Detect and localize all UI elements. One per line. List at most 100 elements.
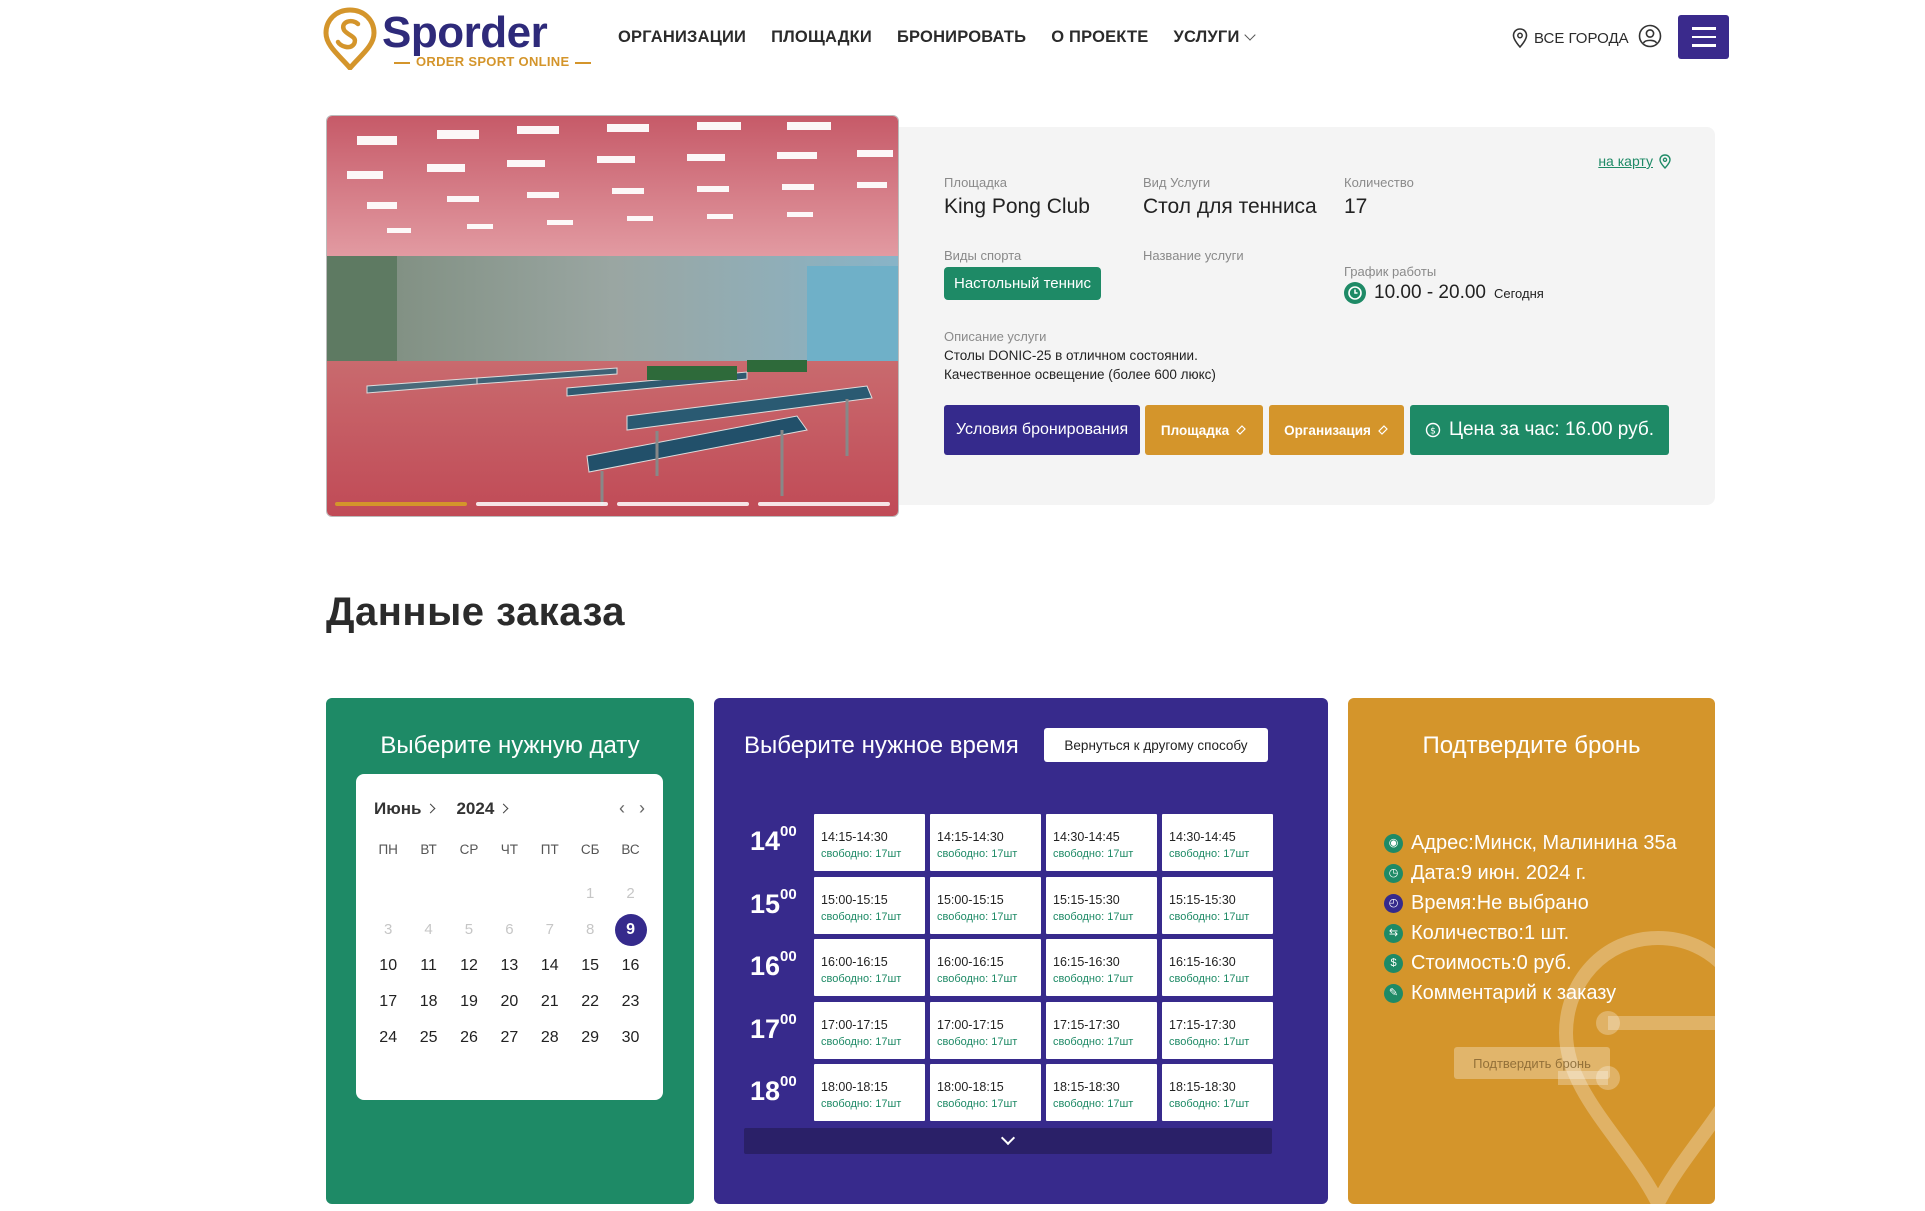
time-slot[interactable]: 14:15-14:30 свободно: 17шт xyxy=(930,814,1041,871)
slot-availability: свободно: 17шт xyxy=(937,973,1018,985)
calendar-day[interactable]: 13 xyxy=(489,948,529,984)
calendar-day[interactable]: 18 xyxy=(408,984,448,1020)
chevron-down-icon xyxy=(1243,29,1256,41)
city-label: ВСЕ ГОРОДА xyxy=(1534,29,1629,47)
time-slot[interactable]: 15:15-15:30 свободно: 17шт xyxy=(1046,876,1157,934)
calendar-day[interactable]: 17 xyxy=(368,984,408,1020)
calendar-day[interactable]: 26 xyxy=(449,1020,489,1056)
calendar-day: 8 xyxy=(585,921,595,938)
logo[interactable]: Sporder ORDER SPORT ONLINE xyxy=(322,6,569,70)
slot-time: 14:30-14:45 xyxy=(1053,830,1120,844)
calendar-day[interactable]: 25 xyxy=(408,1020,448,1056)
coin-icon: $ xyxy=(1425,422,1441,438)
link-icon xyxy=(1236,425,1246,435)
menu-button[interactable] xyxy=(1678,15,1729,59)
selected-day-marker: 9 xyxy=(614,914,647,946)
month-selector[interactable]: Июнь xyxy=(374,799,436,819)
gallery-dot[interactable] xyxy=(617,502,749,506)
map-link[interactable]: на карту xyxy=(1598,153,1671,169)
time-slot[interactable]: 16:00-16:15 свободно: 17шт xyxy=(930,939,1041,996)
confirm-booking-button[interactable]: Подтвердить бронь xyxy=(1454,1047,1610,1079)
time-slot[interactable]: 15:15-15:30 свободно: 17шт xyxy=(1162,876,1273,934)
calendar-day[interactable]: 12 xyxy=(449,948,489,984)
nav-organizations[interactable]: ОРГАНИЗАЦИИ xyxy=(618,28,746,47)
place-label: Площадка xyxy=(944,175,1008,190)
calendar-day[interactable]: 21 xyxy=(530,984,570,1020)
year-label: 2024 xyxy=(456,799,495,818)
date-panel: Выберите нужную дату Июнь 2024 ‹ › ПН ВТ С… xyxy=(326,698,694,1204)
time-slot[interactable]: 17:15-17:30 свободно: 17шт xyxy=(1162,1001,1273,1059)
time-slot[interactable]: 15:00-15:15 свободно: 17шт xyxy=(930,876,1041,934)
calendar-day[interactable]: 24 xyxy=(368,1020,408,1056)
time-slot[interactable]: 15:00-15:15 свободно: 17шт xyxy=(814,876,925,934)
time-slot[interactable]: 16:00-16:15 свободно: 17шт xyxy=(814,939,925,996)
nav-about[interactable]: О ПРОЕКТЕ xyxy=(1051,28,1148,47)
calendar-day-selected[interactable]: 9 xyxy=(610,912,650,948)
gallery-dot[interactable] xyxy=(476,502,608,506)
calendar-day[interactable]: 11 xyxy=(408,948,448,984)
description-line: Столы DONIC-25 в отличном состоянии. xyxy=(944,348,1198,363)
service-name-label: Название услуги xyxy=(1143,248,1244,263)
calendar-day[interactable]: 22 xyxy=(570,984,610,1020)
hour-label: 1400 xyxy=(744,814,814,857)
place-button[interactable]: Площадка xyxy=(1145,405,1263,455)
clock-icon xyxy=(1344,282,1366,304)
time-slot[interactable]: 17:00-17:15 свободно: 17шт xyxy=(814,1001,925,1059)
calendar-day[interactable]: 20 xyxy=(489,984,529,1020)
calendar-nav: ‹ › xyxy=(619,798,645,819)
time-slot[interactable]: 18:00-18:15 свободно: 17шт xyxy=(930,1064,1041,1121)
calendar-day[interactable]: 28 xyxy=(530,1020,570,1056)
time-slot[interactable]: 18:15-18:30 свободно: 17шт xyxy=(1162,1064,1273,1121)
nav-booking[interactable]: БРОНИРОВАТЬ xyxy=(897,28,1026,47)
summary-text: Комментарий к заказу xyxy=(1411,981,1617,1004)
sports-label: Виды спорта xyxy=(944,248,1022,263)
calendar-day[interactable]: 15 xyxy=(570,948,610,984)
time-panel-title: Выберите нужное время xyxy=(744,732,1019,759)
sport-badge[interactable]: Настольный теннис xyxy=(944,267,1102,300)
time-slot[interactable]: 14:30-14:45 свободно: 17шт xyxy=(1162,814,1273,871)
calendar-day[interactable]: 29 xyxy=(570,1020,610,1056)
hour-label: 1800 xyxy=(744,1064,814,1107)
summary-text: Адрес:Минск, Малинина 35а xyxy=(1411,831,1677,854)
time-slot[interactable]: 17:15-17:30 свободно: 17шт xyxy=(1046,1001,1157,1059)
time-slot[interactable]: 16:15-16:30 свободно: 17шт xyxy=(1046,939,1157,996)
user-account-icon[interactable] xyxy=(1638,24,1662,48)
summary-item: $ Стоимость:0 руб. xyxy=(1384,948,1677,978)
time-slot[interactable]: 18:15-18:30 свободно: 17шт xyxy=(1046,1064,1157,1121)
time-slot[interactable]: 14:30-14:45 свободно: 17шт xyxy=(1046,814,1157,871)
summary-item: ◴ Время:Не выбрано xyxy=(1384,888,1677,918)
calendar-day[interactable]: 10 xyxy=(368,948,408,984)
gallery-dot[interactable] xyxy=(335,502,467,506)
city-selector[interactable]: ВСЕ ГОРОДА xyxy=(1512,28,1629,48)
slot-availability: свободно: 17шт xyxy=(821,910,902,923)
description-line: Качественное освещение (более 600 люкс) xyxy=(944,367,1216,382)
weekday-label: ВС xyxy=(621,842,640,857)
time-slot[interactable]: 16:15-16:30 свободно: 17шт xyxy=(1162,939,1273,996)
year-selector[interactable]: 2024 xyxy=(456,799,509,819)
calendar-day[interactable]: 14 xyxy=(530,948,570,984)
next-month-icon[interactable]: › xyxy=(639,798,645,819)
time-slot[interactable]: 17:00-17:15 свободно: 17шт xyxy=(930,1001,1041,1059)
slot-availability: свободно: 17шт xyxy=(821,848,902,860)
calendar-day[interactable]: 19 xyxy=(449,984,489,1020)
nav-services[interactable]: УСЛУГИ xyxy=(1173,28,1256,47)
hour-minutes: 00 xyxy=(780,885,797,903)
calendar-day[interactable]: 23 xyxy=(610,984,650,1020)
gallery-dot[interactable] xyxy=(758,502,890,506)
time-slot[interactable]: 18:00-18:15 свободно: 17шт xyxy=(814,1064,925,1121)
booking-conditions-button[interactable]: Условия бронирования xyxy=(944,405,1140,455)
calendar-day[interactable]: 27 xyxy=(489,1020,529,1056)
venue-photo-gallery[interactable] xyxy=(326,115,899,517)
organization-button[interactable]: Организация xyxy=(1269,405,1404,455)
prev-month-icon[interactable]: ‹ xyxy=(619,798,625,819)
show-more-button[interactable] xyxy=(744,1128,1272,1154)
time-slot[interactable]: 14:15-14:30 свободно: 17шт xyxy=(814,814,925,871)
price-button[interactable]: $ Цена за час: 16.00 руб. xyxy=(1410,405,1669,455)
calendar-day[interactable]: 30 xyxy=(610,1020,650,1056)
table-tennis-hall-photo xyxy=(327,116,898,516)
summary-item[interactable]: ✎ Комментарий к заказу xyxy=(1384,978,1677,1008)
nav-venues[interactable]: ПЛОЩАДКИ xyxy=(771,28,872,47)
slot-time: 18:15-18:30 xyxy=(1053,1080,1120,1094)
back-to-other-method-button[interactable]: Вернуться к другому способу xyxy=(1044,728,1268,762)
calendar-day[interactable]: 16 xyxy=(610,948,650,984)
